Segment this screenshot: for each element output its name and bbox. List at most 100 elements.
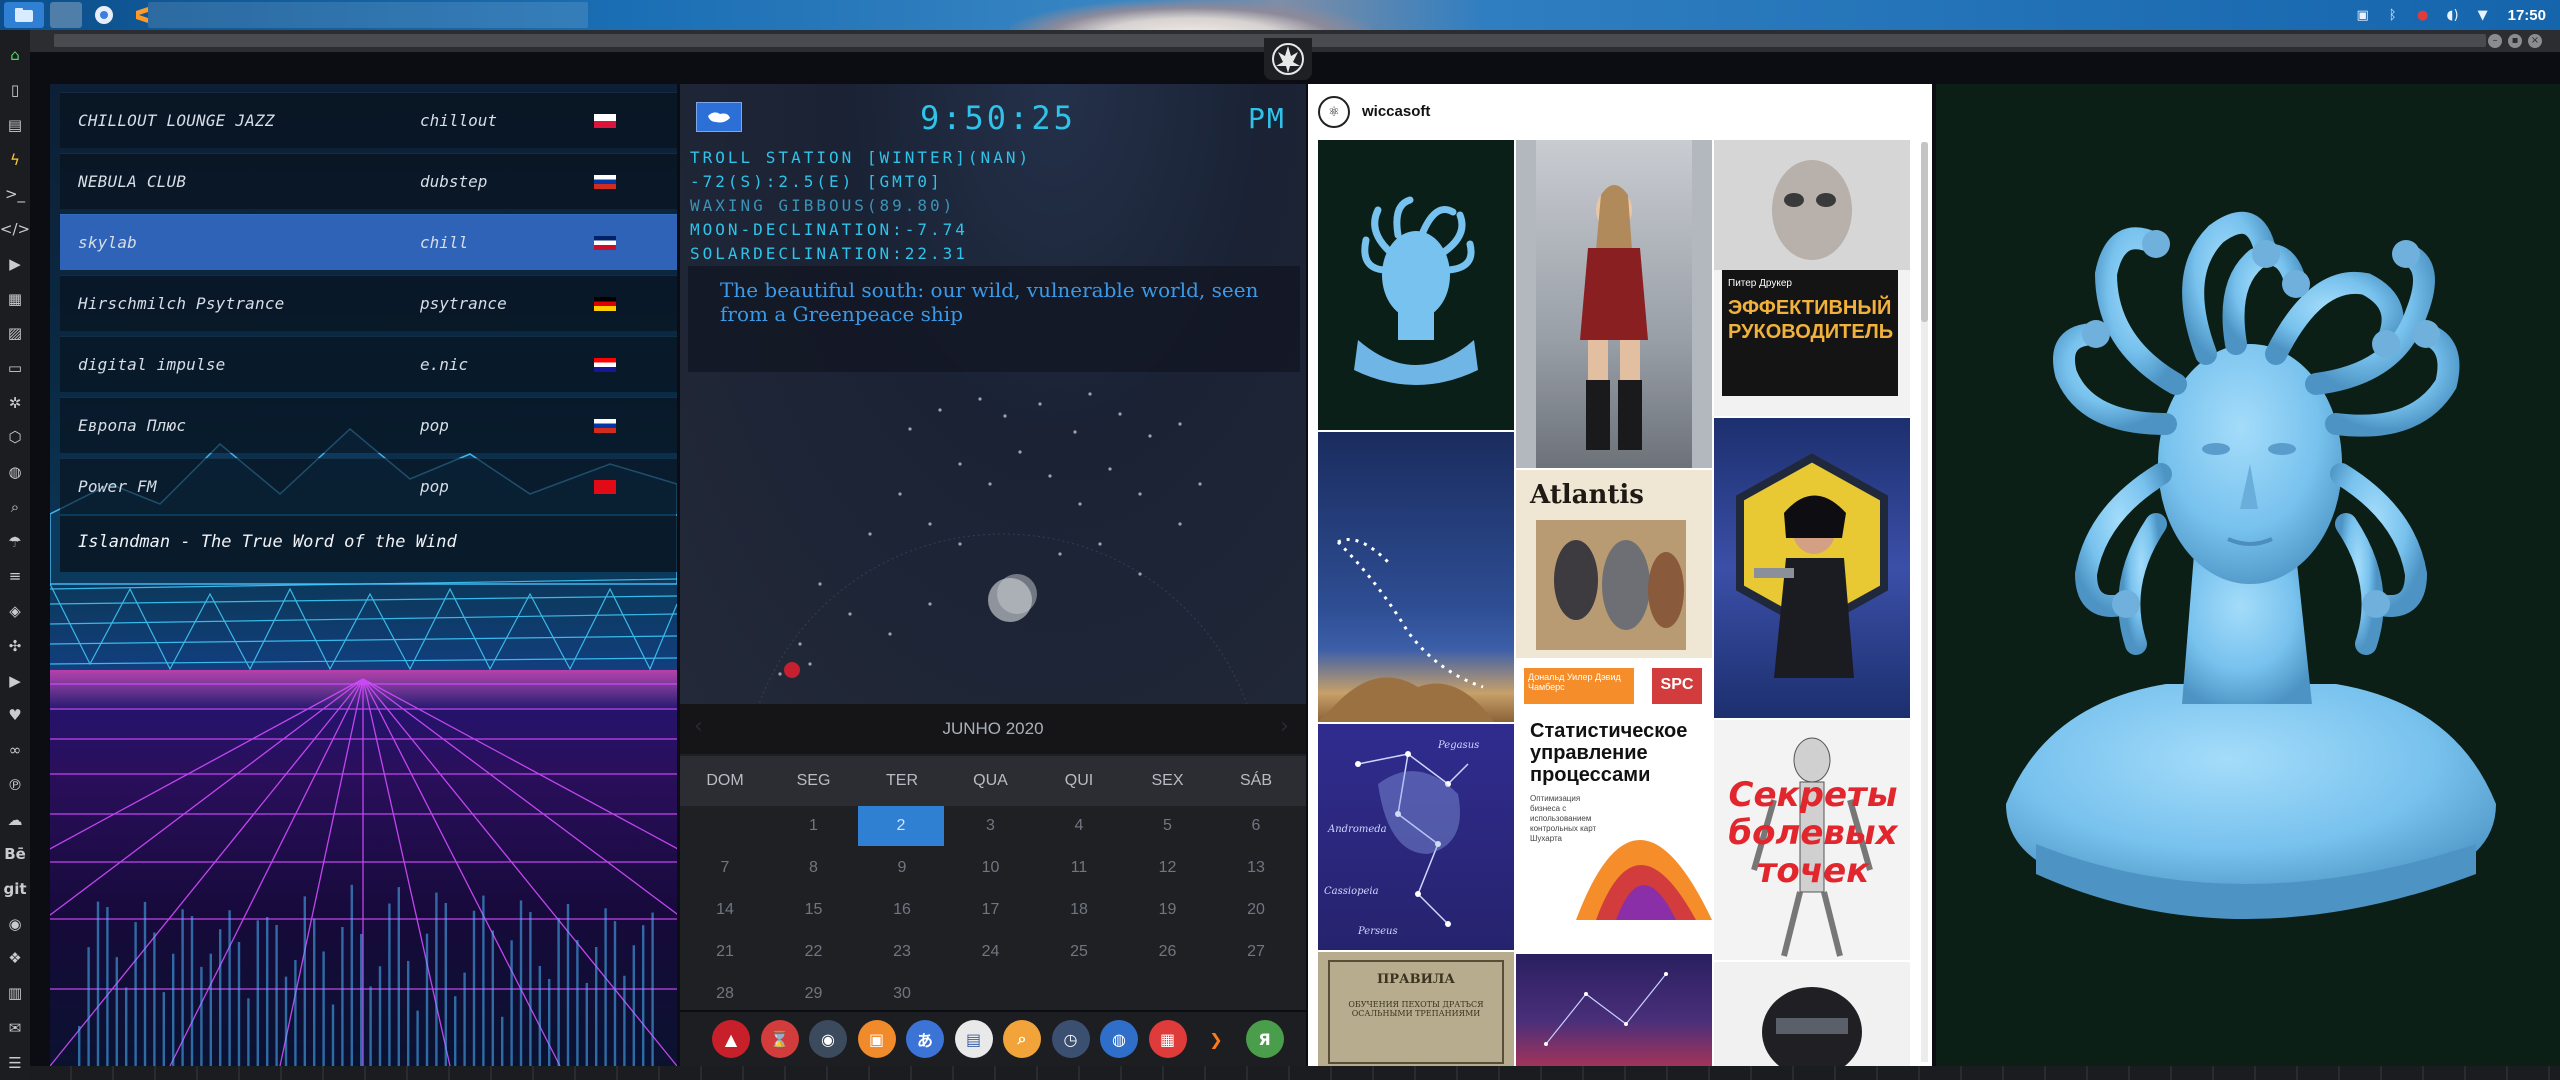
constellation-tile[interactable] <box>1516 954 1712 1066</box>
movie-still-tile[interactable] <box>1516 140 1712 468</box>
calendar-icon[interactable]: ▦ <box>1148 1020 1187 1058</box>
umbrella-icon[interactable]: ☂ <box>0 524 30 559</box>
code-icon[interactable]: </> <box>0 212 30 247</box>
radio-station-row[interactable]: skylab chill <box>60 214 677 270</box>
behance-icon[interactable]: Bē <box>0 837 30 872</box>
calendar-day[interactable]: 19 <box>1124 890 1212 930</box>
calendar-day[interactable]: 7 <box>681 848 769 888</box>
maximize-button[interactable]: ▪ <box>2508 34 2522 48</box>
calendar-day[interactable]: 28 <box>681 974 769 1014</box>
diamond-icon[interactable]: ◈ <box>0 594 30 629</box>
night-sky-tile[interactable] <box>1318 432 1514 722</box>
calendar-day[interactable]: 21 <box>681 932 769 972</box>
news-icon[interactable]: ▤ <box>954 1020 993 1058</box>
calendar-day[interactable]: 27 <box>1212 932 1300 972</box>
crosshair-icon[interactable]: ✣ <box>0 628 30 663</box>
avatar[interactable]: ⚛ <box>1318 96 1350 128</box>
calendar-day[interactable]: 3 <box>947 806 1035 846</box>
calendar-day[interactable]: 18 <box>1035 890 1123 930</box>
image-viewer-icon[interactable]: ▣ <box>857 1020 896 1058</box>
radio-station-row[interactable]: digital impulse e.nic <box>60 336 677 392</box>
notes-icon[interactable]: ▤ <box>0 107 30 142</box>
calendar-day[interactable]: 1 <box>770 806 858 846</box>
yandex-icon[interactable]: Я <box>1245 1020 1284 1058</box>
search-icon[interactable]: ⌕ <box>0 490 30 525</box>
bolt-icon[interactable]: ϟ <box>0 142 30 177</box>
drucker-book-tile[interactable]: Питер Друкер ЭФФЕКТИВНЫЙ РУКОВОДИТЕЛЬ <box>1714 140 1910 416</box>
wifi-icon[interactable]: ▼ <box>2474 8 2492 23</box>
calendar-day[interactable]: 11 <box>1035 848 1123 888</box>
calendar-day[interactable]: 26 <box>1124 932 1212 972</box>
calendar-day[interactable]: 12 <box>1124 848 1212 888</box>
calendar-day[interactable]: 9 <box>858 848 946 888</box>
lastfm-icon[interactable]: ∞ <box>0 733 30 768</box>
play-icon[interactable]: ▶ <box>0 246 30 281</box>
atlantis-book-tile[interactable]: Atlantis <box>1516 470 1712 658</box>
github-icon[interactable]: ◉ <box>0 906 30 941</box>
scrollbar-thumb[interactable] <box>1921 142 1928 322</box>
calendar-day[interactable]: 10 <box>947 848 1035 888</box>
heart-icon[interactable]: ♥ <box>0 698 30 733</box>
calendar-day[interactable]: 22 <box>770 932 858 972</box>
translate-icon[interactable]: あ <box>906 1020 944 1058</box>
vector-app-icon[interactable]: ▲ <box>712 1020 750 1058</box>
home-icon[interactable]: ⌂ <box>0 38 30 73</box>
radio-station-row[interactable]: Power FM pop <box>60 458 677 514</box>
calendar-day[interactable]: 2 <box>858 806 944 846</box>
calendar-day[interactable]: 23 <box>858 932 946 972</box>
calendar-day[interactable]: 5 <box>1124 806 1212 846</box>
calendar-day[interactable]: 16 <box>858 890 946 930</box>
hourglass-icon[interactable]: ⌛ <box>760 1020 799 1058</box>
scifi-heroine-tile[interactable] <box>1714 418 1910 718</box>
calendar-day[interactable]: 25 <box>1035 932 1123 972</box>
terminal-icon[interactable]: >_ <box>0 177 30 212</box>
now-playing-bar[interactable]: Islandman - The True Word of the Wind <box>60 516 677 572</box>
daft-punk-tile[interactable] <box>1714 962 1910 1066</box>
radio-station-row[interactable]: NEBULA CLUB dubstep <box>60 153 677 209</box>
calendar-day[interactable]: 30 <box>858 974 946 1014</box>
calendar-day[interactable]: 17 <box>947 890 1035 930</box>
calendar-day[interactable]: 20 <box>1212 890 1300 930</box>
calendar-day[interactable]: 24 <box>947 932 1035 972</box>
close-button[interactable]: × <box>2528 34 2542 48</box>
radio-station-row[interactable]: Европа Плюс pop <box>60 397 677 453</box>
minimize-button[interactable]: – <box>2488 34 2502 48</box>
list-icon[interactable]: ≡ <box>0 559 30 594</box>
search-icon[interactable]: ⌕ <box>1003 1020 1041 1058</box>
calendar-day[interactable]: 8 <box>770 848 858 888</box>
record-icon[interactable]: ● <box>2414 8 2432 23</box>
calendar-day[interactable]: 15 <box>770 890 858 930</box>
document-icon[interactable]: ▯ <box>0 73 30 108</box>
calendar-day[interactable]: 13 <box>1212 848 1300 888</box>
chrome-task-button[interactable] <box>88 2 120 28</box>
server-icon[interactable]: ☰ <box>0 1045 30 1080</box>
calendar-day[interactable]: 29 <box>770 974 858 1014</box>
clock-icon[interactable]: ◷ <box>1051 1020 1090 1058</box>
bluetooth-icon[interactable]: ᛒ <box>2384 8 2402 23</box>
web-globe-icon[interactable]: ◍ <box>1100 1020 1138 1058</box>
username[interactable]: wiccasoft <box>1362 103 1430 120</box>
file-manager-task-button[interactable] <box>4 2 44 28</box>
radio-station-row[interactable]: CHILLOUT LOUNGE JAZZ chillout <box>60 92 677 148</box>
photo-icon[interactable]: ▨ <box>0 316 30 351</box>
medusa-bust-tile[interactable] <box>1318 140 1514 430</box>
blank-task-button[interactable] <box>50 2 82 28</box>
news-quote-box[interactable]: The beautiful south: our wild, vulnerabl… <box>688 266 1300 372</box>
arrow-icon[interactable]: ❯ <box>1197 1020 1235 1058</box>
sublime-task-button[interactable] <box>126 2 158 28</box>
calendar-day[interactable]: 6 <box>1212 806 1300 846</box>
pravila-book-tile[interactable]: ПРАВИЛА ОБУЧЕНИЯ ПЕХОТЫ ДРАТЬСЯ ОСАЛЬНЫМ… <box>1318 952 1514 1066</box>
spc-book-tile[interactable]: Дональд Уилер Дэвид Чамберс SPC Статисти… <box>1516 660 1712 952</box>
pinterest-icon[interactable]: ℗ <box>0 767 30 802</box>
volume-icon[interactable]: ◖) <box>2444 8 2462 23</box>
git-icon[interactable]: git <box>0 872 30 907</box>
calendar-day[interactable]: 4 <box>1035 806 1123 846</box>
map-icon[interactable]: ▥ <box>0 976 30 1011</box>
settings-icon[interactable]: ✲ <box>0 385 30 420</box>
next-month-button[interactable]: › <box>1280 714 1289 739</box>
feed-scrollbar[interactable] <box>1921 142 1928 1062</box>
secrets-book-tile[interactable]: Секреты болевых точек <box>1714 720 1910 960</box>
globe-night-icon[interactable]: ◉ <box>809 1020 847 1058</box>
calendar-day[interactable]: 14 <box>681 890 769 930</box>
system-clock[interactable]: 17:50 <box>2508 7 2546 24</box>
